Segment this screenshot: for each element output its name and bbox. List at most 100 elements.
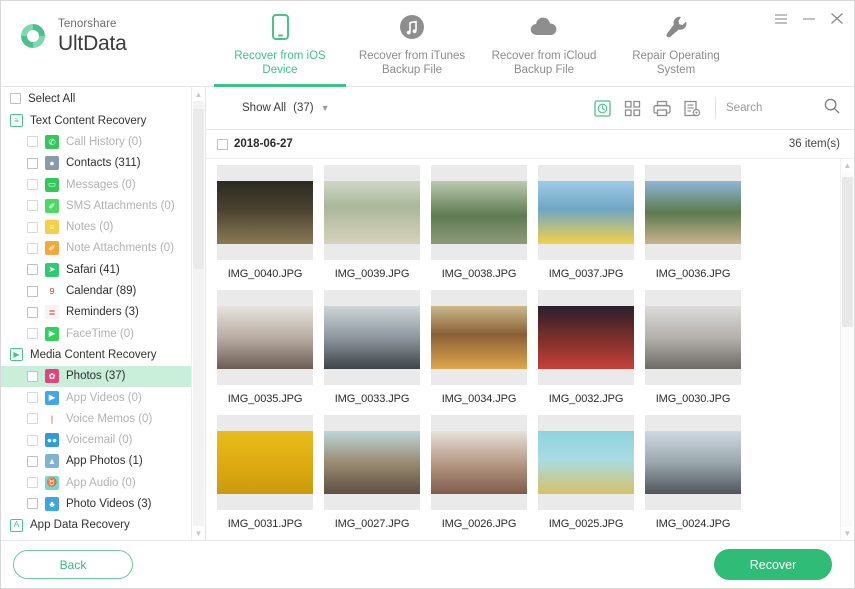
photo-cell[interactable]: IMG_0033.JPG [319,290,425,415]
minimize-icon[interactable] [801,11,816,26]
photo-cell[interactable]: IMG_0035.JPG [212,290,318,415]
sidebar-item-app-videos-0[interactable]: ▶ App Videos (0) [1,387,191,408]
export-settings-icon[interactable] [677,95,707,121]
photo-cell[interactable]: IMG_0030.JPG [640,290,746,415]
search-icon[interactable] [824,98,840,119]
sidebar-item-whatsapp-calls-0[interactable]: ✆WhatsApp Calls (0) [1,536,191,540]
photo-thumbnail[interactable] [538,306,634,369]
photo-thumbnail[interactable] [217,181,313,244]
sidebar-item-app-audio-0[interactable]: ♉ App Audio (0) [1,472,191,493]
sidebar-scroll-thumb[interactable] [193,109,204,269]
sidebar-item-notes-0[interactable]: ≡ Notes (0) [1,216,191,237]
photo-cell[interactable]: IMG_0032.JPG [533,290,639,415]
photo-thumbnail[interactable] [431,431,527,494]
photo-thumbnail[interactable] [324,181,420,244]
photo-cell[interactable]: IMG_0026.JPG [426,415,532,540]
scroll-up-icon[interactable]: ▲ [192,87,205,101]
sidebar-item-app-photos-1[interactable]: ▲ App Photos (1) [1,451,191,472]
item-checkbox[interactable] [27,264,38,276]
photo-thumbnail[interactable] [324,306,420,369]
content-scroll-thumb[interactable] [842,177,853,327]
item-checkbox[interactable] [27,179,38,191]
item-checkbox[interactable] [27,370,38,382]
item-checkbox[interactable] [27,455,38,467]
photo-cell[interactable]: IMG_0038.JPG [426,165,532,290]
photo-cell[interactable]: IMG_0037.JPG [533,165,639,290]
photo-thumbnail-box[interactable] [538,165,634,260]
item-checkbox[interactable] [27,328,38,340]
photo-thumbnail-box[interactable] [324,165,420,260]
item-checkbox[interactable] [27,477,38,489]
photo-thumbnail[interactable] [645,306,741,369]
item-checkbox[interactable] [27,392,38,403]
sidebar-item-call-history-0[interactable]: ✆ Call History (0) [1,131,191,152]
timeline-view-icon[interactable] [587,95,617,121]
grid-view-icon[interactable] [617,95,647,121]
photo-cell[interactable]: IMG_0031.JPG [212,415,318,540]
sidebar-item-voicemail-0[interactable]: ●● Voicemail (0) [1,429,191,450]
sidebar-item-safari-41[interactable]: ➤ Safari (41) [1,259,191,280]
sidebar-item-voice-memos-0[interactable]: ∣ Voice Memos (0) [1,408,191,429]
scroll-up-icon[interactable]: ▲ [841,159,854,172]
photo-thumbnail-box[interactable] [431,165,527,260]
item-checkbox[interactable] [27,157,38,169]
photo-cell[interactable]: IMG_0025.JPG [533,415,639,540]
photo-thumbnail-box[interactable] [645,165,741,260]
photo-thumbnail-box[interactable] [431,415,527,510]
scroll-down-icon[interactable]: ▼ [192,526,205,540]
item-checkbox[interactable] [27,285,38,297]
sidebar-item-note-attachments-0[interactable]: ✐ Note Attachments (0) [1,238,191,259]
photo-thumbnail-box[interactable] [645,415,741,510]
tab-recover-from-ios-device[interactable]: Recover from iOS Device [214,1,346,87]
photo-thumbnail[interactable] [217,431,313,494]
photo-thumbnail-box[interactable] [217,290,313,385]
photo-cell[interactable]: IMG_0039.JPG [319,165,425,290]
sidebar-item-contacts-311[interactable]: ● Contacts (311) [1,153,191,174]
item-checkbox[interactable] [27,221,38,233]
item-checkbox[interactable] [27,498,38,510]
sidebar-group-text-content-recovery[interactable]: ≡ Text Content Recovery [1,110,191,131]
tab-repair-operating-system[interactable]: Repair Operating System [610,1,742,87]
photo-thumbnail[interactable] [645,431,741,494]
photo-cell[interactable]: IMG_0040.JPG [212,165,318,290]
search-box[interactable] [726,98,844,119]
date-group-checkbox[interactable] [217,138,228,150]
photo-thumbnail-box[interactable] [431,290,527,385]
photo-thumbnail-box[interactable] [538,290,634,385]
sidebar-item-photo-videos-3[interactable]: ♣ Photo Videos (3) [1,493,191,514]
content-scrollbar[interactable]: ▲ ▼ [840,159,854,540]
show-all-dropdown[interactable]: Show All (37) ▼ [242,102,329,114]
scroll-down-icon[interactable]: ▼ [841,527,854,540]
recover-button[interactable]: Recover [714,549,832,580]
sidebar-item-messages-0[interactable]: ▭ Messages (0) [1,174,191,195]
photo-cell[interactable]: IMG_0024.JPG [640,415,746,540]
sidebar-group-app-data-recovery[interactable]: A App Data Recovery [1,515,191,536]
close-icon[interactable] [829,11,844,26]
item-checkbox[interactable] [27,434,38,446]
tab-recover-from-itunes-backup[interactable]: Recover from iTunes Backup File [346,1,478,87]
search-input[interactable] [726,102,818,114]
tab-recover-from-icloud-backup[interactable]: Recover from iCloud Backup File [478,1,610,87]
photo-thumbnail[interactable] [217,306,313,369]
sidebar-item-reminders-3[interactable]: ≣ Reminders (3) [1,302,191,323]
select-all-checkbox[interactable] [10,93,21,104]
sidebar-item-calendar-89[interactable]: 9 Calendar (89) [1,280,191,301]
sidebar-item-facetime-0[interactable]: ▶ FaceTime (0) [1,323,191,344]
back-button[interactable]: Back [13,550,133,579]
photo-thumbnail-box[interactable] [324,290,420,385]
photo-thumbnail[interactable] [324,431,420,494]
item-checkbox[interactable] [27,200,38,212]
photo-thumbnail-box[interactable] [217,415,313,510]
sidebar-item-sms-attachments-0[interactable]: ✐ SMS Attachments (0) [1,195,191,216]
photo-thumbnail-box[interactable] [645,290,741,385]
photo-thumbnail[interactable] [431,181,527,244]
print-icon[interactable] [647,95,677,121]
item-checkbox[interactable] [27,413,38,425]
photo-thumbnail[interactable] [645,181,741,244]
item-checkbox[interactable] [27,306,38,318]
sidebar-scrollbar[interactable]: ▲ ▼ [191,87,205,540]
photo-thumbnail-box[interactable] [217,165,313,260]
photo-thumbnail-box[interactable] [538,415,634,510]
photo-thumbnail[interactable] [431,306,527,369]
photo-thumbnail-box[interactable] [324,415,420,510]
